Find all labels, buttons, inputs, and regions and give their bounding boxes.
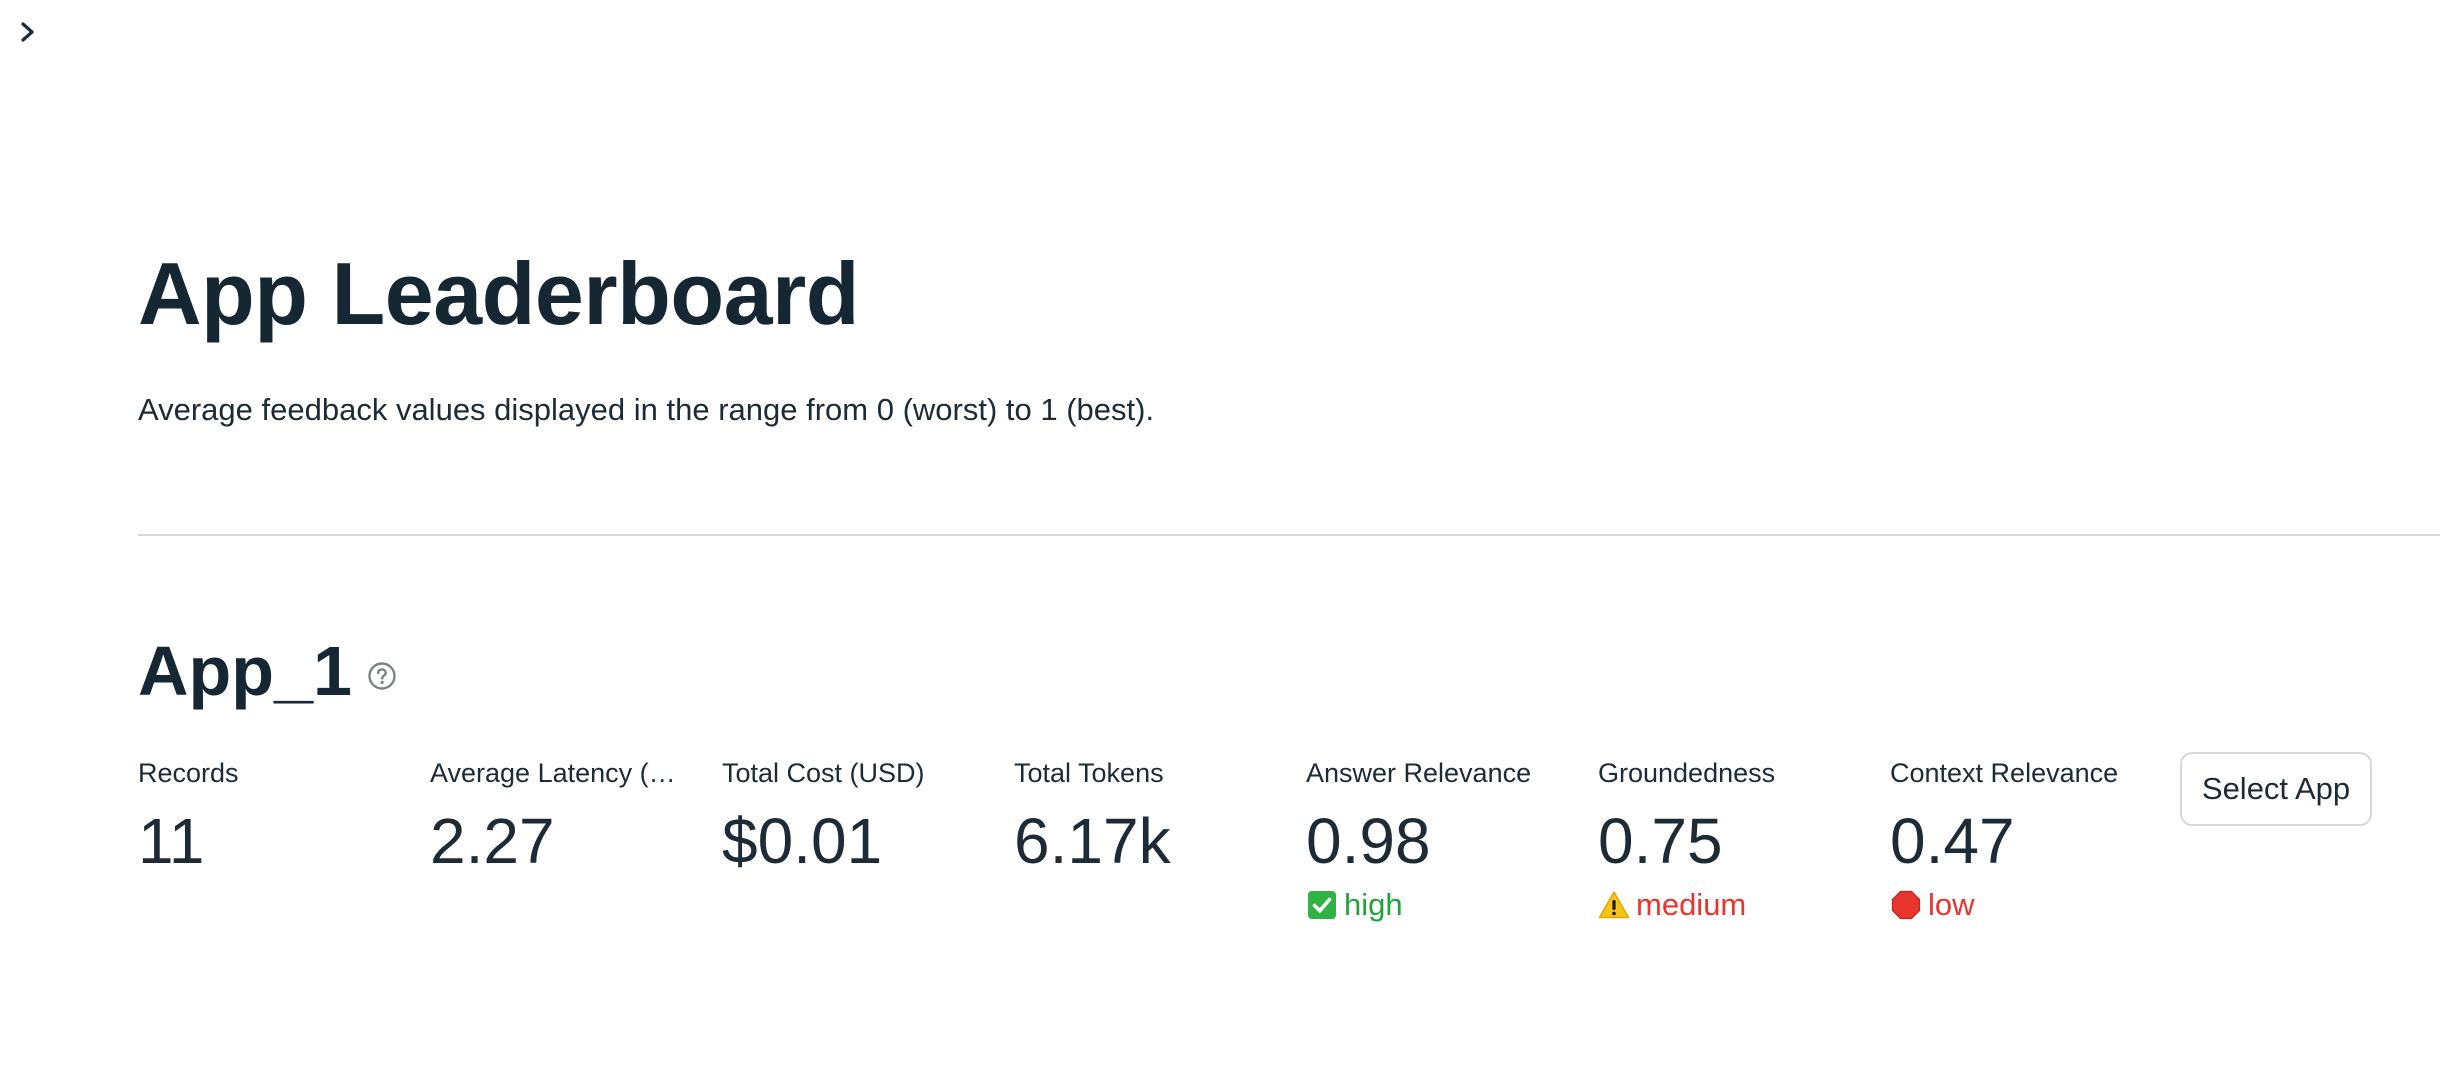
sidebar-toggle-button[interactable]: [12, 16, 44, 48]
metric-value: $0.01: [722, 805, 883, 877]
metric-label: Average Latency (S…: [430, 758, 686, 788]
metric-label: Context Relevance: [1890, 758, 2119, 788]
metric-value: 2.27: [430, 805, 555, 877]
metric-delta: medium: [1598, 887, 1868, 923]
app-name: App_1: [138, 632, 352, 710]
metric-average-latency: Average Latency (S… 2.27: [430, 758, 700, 879]
metric-answer-relevance: Answer Relevance 0.98 high: [1306, 758, 1576, 923]
metric-label: Answer Relevance: [1306, 758, 1532, 788]
metric-delta-label: low: [1928, 886, 1975, 922]
metric-value: 0.98: [1306, 805, 1431, 877]
metric-delta: high: [1306, 887, 1576, 923]
metric-groundedness: Groundedness 0.75 medium: [1598, 758, 1868, 923]
metric-total-tokens: Total Tokens 6.17k: [1014, 758, 1284, 879]
check-mark-icon: [1306, 889, 1338, 921]
page-title: App Leaderboard: [138, 244, 860, 343]
metric-value: 0.75: [1598, 805, 1723, 877]
metric-label: Groundedness: [1598, 758, 1776, 788]
select-app-button[interactable]: Select App: [2180, 752, 2372, 826]
page-subtitle: Average feedback values displayed in the…: [138, 392, 1155, 427]
metric-delta: low: [1890, 887, 2160, 923]
warning-icon: [1598, 889, 1630, 921]
metric-value: 0.47: [1890, 805, 2015, 877]
divider: [138, 534, 2440, 536]
metric-context-relevance: Context Relevance 0.47 low: [1890, 758, 2160, 923]
metric-label: Records: [138, 758, 239, 788]
question-circle-icon[interactable]: [366, 660, 398, 692]
metric-value: 11: [138, 805, 205, 877]
metric-value: 6.17k: [1014, 805, 1171, 877]
chevron-right-icon: [21, 22, 34, 42]
metric-total-cost: Total Cost (USD) $0.01: [722, 758, 992, 879]
metric-delta-label: high: [1344, 886, 1403, 922]
stop-sign-icon: [1890, 889, 1922, 921]
metric-delta-label: medium: [1636, 886, 1747, 922]
metric-label: Total Cost (USD): [722, 758, 925, 788]
metric-records: Records 11: [138, 758, 408, 879]
app-heading: App_1: [138, 636, 398, 706]
metric-label: Total Tokens: [1014, 758, 1164, 788]
